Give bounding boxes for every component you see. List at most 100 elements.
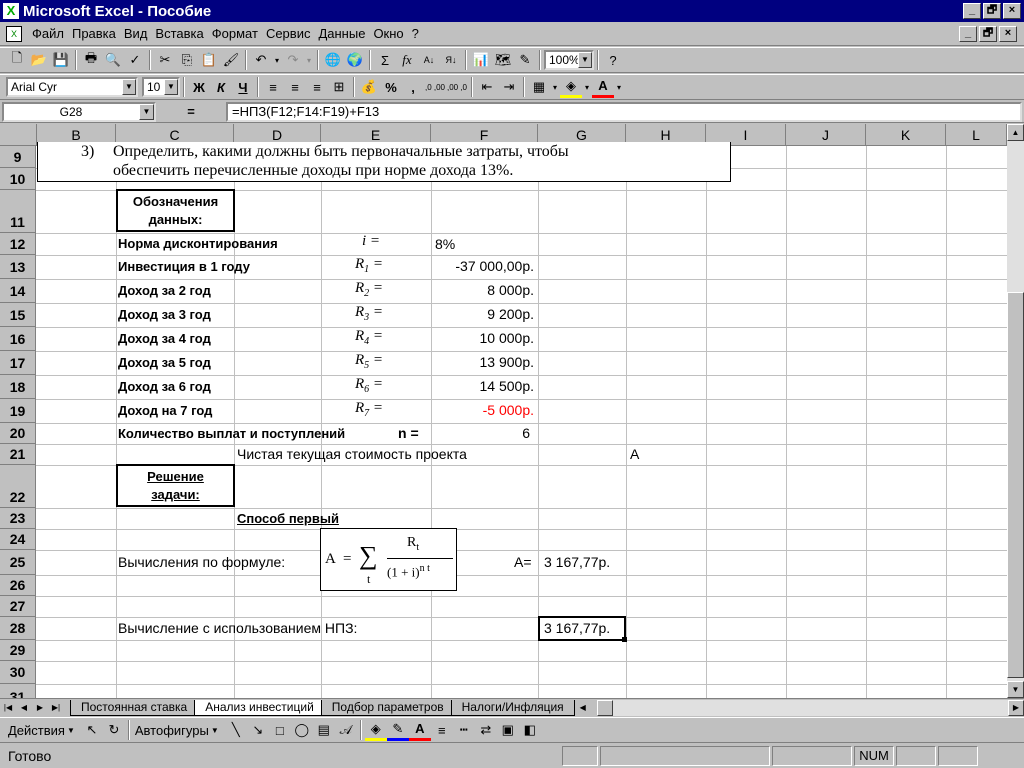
spelling-icon[interactable]: ✓ bbox=[124, 49, 146, 71]
font-color-dropdown-icon[interactable]: ▾ bbox=[614, 76, 624, 98]
hyperlink-icon[interactable]: 🌐 bbox=[322, 49, 344, 71]
function-icon[interactable]: fx bbox=[396, 49, 418, 71]
line-color-icon[interactable]: ✎ bbox=[386, 719, 409, 741]
comma-button[interactable]: , bbox=[402, 76, 424, 98]
line-style-icon[interactable]: ≡ bbox=[431, 719, 453, 741]
save-icon[interactable]: 💾 bbox=[50, 49, 72, 71]
menu-view[interactable]: Вид bbox=[120, 26, 152, 41]
menu-window[interactable]: Окно bbox=[369, 26, 407, 41]
open-icon[interactable]: 📂 bbox=[28, 49, 50, 71]
font-color-button[interactable]: A bbox=[592, 76, 614, 98]
font-size-select[interactable]: 10 ▼ bbox=[142, 77, 180, 97]
tab-taxes-inflation[interactable]: Налоги/Инфляция bbox=[450, 699, 575, 716]
vertical-scrollbar[interactable]: ▲ ▼ bbox=[1007, 124, 1024, 698]
npv-formula-box[interactable]: A = ∑ t Rt (1 + i)n t bbox=[320, 528, 457, 591]
menu-insert[interactable]: Вставка bbox=[151, 26, 207, 41]
menu-help[interactable]: ? bbox=[408, 26, 423, 41]
row-header[interactable]: 30 bbox=[0, 661, 36, 684]
row-header[interactable]: 28 bbox=[0, 617, 36, 640]
sort-asc-icon[interactable]: А↓ bbox=[418, 49, 440, 71]
borders-dropdown-icon[interactable]: ▾ bbox=[550, 76, 560, 98]
formula-equals-icon[interactable]: = bbox=[156, 104, 226, 119]
menu-format[interactable]: Формат bbox=[208, 26, 262, 41]
menu-data[interactable]: Данные bbox=[314, 26, 369, 41]
column-header[interactable]: K bbox=[866, 124, 946, 146]
redo-icon[interactable]: ↷ bbox=[282, 49, 304, 71]
row-header[interactable]: 24 bbox=[0, 529, 36, 550]
menu-edit[interactable]: Правка bbox=[68, 26, 120, 41]
prev-sheet-icon[interactable]: ◀ bbox=[16, 700, 32, 716]
doc-close-button[interactable]: × bbox=[999, 26, 1017, 42]
borders-icon[interactable]: ▦ bbox=[528, 76, 550, 98]
first-sheet-icon[interactable]: |◀ bbox=[0, 700, 16, 716]
autosum-icon[interactable]: Σ bbox=[374, 49, 396, 71]
row-header[interactable]: 16 bbox=[0, 327, 36, 351]
workbook-icon[interactable]: X bbox=[6, 25, 22, 42]
row-header[interactable]: 26 bbox=[0, 575, 36, 596]
autoshapes-menu[interactable]: Автофигуры bbox=[133, 723, 211, 738]
row-header[interactable]: 17 bbox=[0, 351, 36, 375]
actions-menu[interactable]: Действия bbox=[6, 723, 67, 738]
row-header[interactable]: 19 bbox=[0, 399, 36, 423]
horizontal-scrollbar[interactable]: ▶ bbox=[596, 699, 1024, 716]
scroll-up-icon[interactable]: ▲ bbox=[1007, 124, 1024, 141]
cut-icon[interactable]: ✂ bbox=[154, 49, 176, 71]
font-select[interactable]: Arial Cyr ▼ bbox=[6, 77, 138, 97]
column-header[interactable]: L bbox=[946, 124, 1007, 146]
last-sheet-icon[interactable]: ▶| bbox=[48, 700, 64, 716]
currency-icon[interactable]: 💰 bbox=[358, 76, 380, 98]
menu-file[interactable]: Файл bbox=[28, 26, 68, 41]
column-header[interactable]: J bbox=[786, 124, 866, 146]
row-header[interactable]: 29 bbox=[0, 640, 36, 661]
minimize-button[interactable]: _ bbox=[963, 3, 981, 19]
merge-center-icon[interactable]: ⊞ bbox=[328, 76, 350, 98]
3d-icon[interactable]: ◧ bbox=[519, 719, 541, 741]
textbox-icon[interactable]: ▤ bbox=[313, 719, 335, 741]
align-left-icon[interactable]: ≡ bbox=[262, 76, 284, 98]
row-header[interactable]: 22 bbox=[0, 465, 36, 508]
row-header[interactable]: 31 bbox=[0, 684, 36, 698]
drawing-icon[interactable]: ✎ bbox=[514, 49, 536, 71]
name-box[interactable]: G28 ▼ bbox=[2, 101, 156, 122]
oval-icon[interactable]: ◯ bbox=[291, 719, 313, 741]
wordart-icon[interactable]: 𝒜 bbox=[335, 719, 357, 741]
restore-button[interactable]: 🗗 bbox=[983, 3, 1001, 19]
row-header[interactable]: 21 bbox=[0, 444, 36, 465]
shadow-icon[interactable]: ▣ bbox=[497, 719, 519, 741]
increase-decimal-button[interactable]: ,0 ,00 bbox=[424, 76, 446, 98]
font-color-icon[interactable]: A bbox=[408, 719, 431, 741]
underline-button[interactable]: Ч bbox=[232, 76, 254, 98]
menu-tools[interactable]: Сервис bbox=[262, 26, 315, 41]
selected-cell-g28[interactable]: 3 167,77р. bbox=[538, 616, 626, 641]
arrow-style-icon[interactable]: ⇄ bbox=[475, 719, 497, 741]
undo-dropdown-icon[interactable]: ▾ bbox=[272, 49, 282, 71]
fill-dropdown-icon[interactable]: ▾ bbox=[582, 76, 592, 98]
row-header[interactable]: 13 bbox=[0, 255, 36, 279]
select-objects-icon[interactable]: ↖ bbox=[81, 719, 103, 741]
tab-investment-analysis[interactable]: Анализ инвестиций bbox=[194, 699, 325, 716]
row-header[interactable]: 20 bbox=[0, 423, 36, 444]
decrease-indent-icon[interactable]: ⇤ bbox=[476, 76, 498, 98]
free-rotate-icon[interactable]: ↻ bbox=[103, 719, 125, 741]
fill-color-icon[interactable]: ◈ bbox=[364, 719, 387, 741]
doc-restore-button[interactable]: 🗗 bbox=[979, 26, 997, 42]
row-header[interactable]: 9 bbox=[0, 146, 36, 168]
map-icon[interactable]: 🗺 bbox=[492, 49, 514, 71]
zoom-select[interactable]: 100% ▼ bbox=[544, 50, 594, 70]
align-right-icon[interactable]: ≡ bbox=[306, 76, 328, 98]
formula-input[interactable]: =НПЗ(F12;F14:F19)+F13 bbox=[226, 101, 1022, 122]
next-sheet-icon[interactable]: ▶ bbox=[32, 700, 48, 716]
doc-minimize-button[interactable]: _ bbox=[959, 26, 977, 42]
row-header[interactable]: 11 bbox=[0, 190, 36, 233]
task-textbox[interactable]: 3) Определить, какими должны быть первон… bbox=[37, 142, 731, 182]
web-icon[interactable]: 🌍 bbox=[344, 49, 366, 71]
bold-button[interactable]: Ж bbox=[188, 76, 210, 98]
row-header[interactable]: 14 bbox=[0, 279, 36, 303]
scroll-right-icon[interactable]: ▶ bbox=[1008, 699, 1024, 716]
chart-wizard-icon[interactable]: 📊 bbox=[470, 49, 492, 71]
rectangle-icon[interactable]: □ bbox=[269, 719, 291, 741]
increase-indent-icon[interactable]: ⇥ bbox=[498, 76, 520, 98]
excel-app-icon[interactable]: X bbox=[3, 3, 19, 19]
select-all-corner[interactable] bbox=[0, 124, 37, 146]
tab-constant-rate[interactable]: Постоянная ставка bbox=[70, 699, 199, 716]
